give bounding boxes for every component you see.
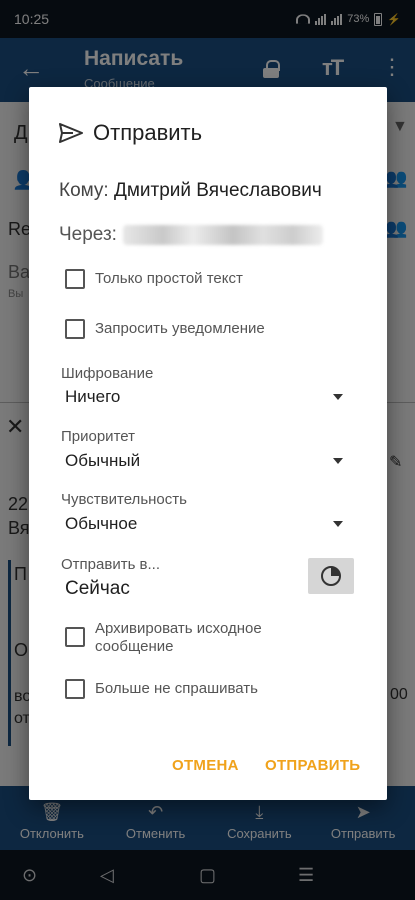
via-label: Через: — [59, 224, 117, 245]
recipient-row: Кому: Дмитрий Вячеславович — [59, 180, 322, 202]
dropdown-caret-icon — [333, 458, 343, 464]
priority-select[interactable]: Обычный — [65, 448, 343, 474]
send-dialog: Отправить Кому: Дмитрий Вячеславович Чер… — [29, 87, 387, 800]
priority-label: Приоритет — [61, 428, 135, 445]
dialog-header: Отправить — [59, 120, 202, 146]
via-value-blurred — [122, 225, 323, 245]
dropdown-caret-icon — [333, 521, 343, 527]
priority-value: Обычный — [65, 451, 141, 470]
to-value: Дмитрий Вячеславович — [113, 180, 322, 201]
dont-ask-checkbox[interactable] — [65, 679, 85, 699]
plain-text-checkbox[interactable] — [65, 269, 85, 289]
send-in-label: Отправить в... — [61, 556, 161, 573]
clock-icon — [321, 566, 341, 586]
via-row: Через: — [59, 224, 323, 246]
send-in-value[interactable]: Сейчас — [65, 578, 130, 600]
dropdown-caret-icon — [333, 394, 343, 400]
sensitivity-label: Чувствительность — [61, 491, 187, 508]
plain-text-checkbox-row[interactable]: Только простой текст — [65, 269, 243, 289]
send-button[interactable]: ОТПРАВИТЬ — [265, 757, 360, 774]
receipt-checkbox[interactable] — [65, 319, 85, 339]
sensitivity-select[interactable]: Обычное — [65, 511, 343, 537]
cancel-button[interactable]: ОТМЕНА — [172, 757, 239, 774]
receipt-label: Запросить уведомление — [95, 320, 265, 337]
plain-text-label: Только простой текст — [95, 270, 243, 287]
encryption-value: Ничего — [65, 387, 121, 406]
dialog-title: Отправить — [93, 120, 203, 145]
schedule-button[interactable] — [308, 558, 354, 594]
archive-label: Архивировать исходное сообщение — [95, 620, 262, 655]
dont-ask-label: Больше не спрашивать — [95, 680, 258, 697]
dont-ask-checkbox-row[interactable]: Больше не спрашивать — [65, 679, 258, 699]
encryption-select[interactable]: Ничего — [65, 384, 343, 410]
send-icon — [59, 123, 83, 143]
to-label: Кому: — [59, 180, 109, 201]
archive-checkbox[interactable] — [65, 627, 85, 647]
receipt-checkbox-row[interactable]: Запросить уведомление — [65, 319, 265, 339]
archive-checkbox-row[interactable]: Архивировать исходное сообщение — [65, 619, 305, 656]
encryption-label: Шифрование — [61, 365, 154, 382]
sensitivity-value: Обычное — [65, 514, 138, 533]
